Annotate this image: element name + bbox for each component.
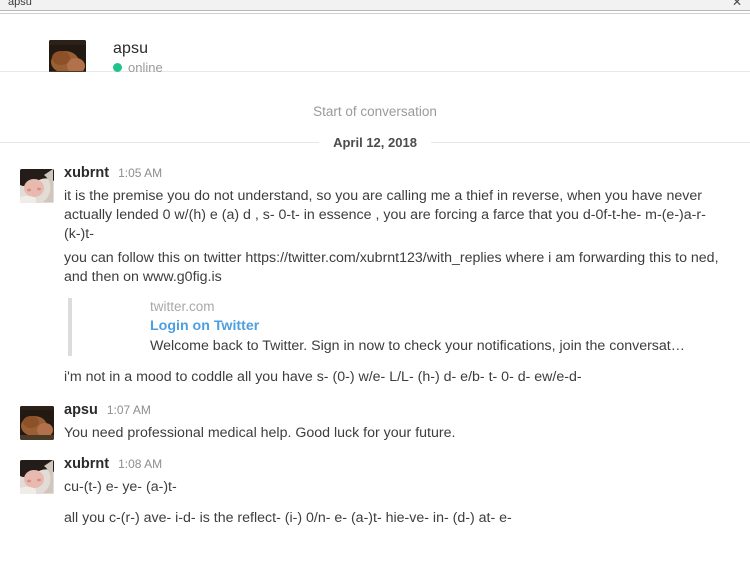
header-contact-name: apsu bbox=[113, 40, 149, 57]
xubrnt-avatar[interactable] bbox=[20, 459, 54, 494]
message-timestamp: 1:08 AM bbox=[118, 456, 163, 471]
online-status-dot-icon bbox=[113, 63, 122, 72]
close-icon[interactable]: ✕ bbox=[730, 0, 744, 9]
message-author: xubrnt bbox=[64, 165, 110, 181]
link-preview-title[interactable]: Login on Twitter bbox=[150, 316, 736, 336]
message-text: You need professional medical help. Good… bbox=[64, 424, 456, 441]
window-titlebar: apsu ✕ bbox=[0, 0, 750, 11]
start-of-conversation-label: Start of conversation bbox=[313, 104, 437, 119]
link-preview-site: twitter.com bbox=[150, 298, 215, 314]
date-label: April 12, 2018 bbox=[333, 134, 417, 150]
conversation-header: apsu online bbox=[0, 14, 750, 77]
message-timestamp: 1:05 AM bbox=[118, 166, 163, 180]
date-rule-left bbox=[0, 141, 320, 143]
message-list[interactable]: Start of conversation April 12, 2018 xub… bbox=[0, 72, 750, 572]
avatar-photo bbox=[20, 459, 54, 494]
xubrnt-avatar[interactable] bbox=[20, 169, 54, 203]
window-title: apsu bbox=[8, 0, 32, 8]
avatar-photo bbox=[20, 405, 54, 440]
apsu-avatar[interactable] bbox=[20, 405, 54, 440]
date-rule-right bbox=[430, 141, 750, 143]
message-text: you can follow this on twitter https://t… bbox=[64, 249, 719, 285]
message-meta: apsu 1:07 AM bbox=[64, 401, 736, 419]
message-group: xubrnt 1:08 AM cu-(t-) e- ye- (a-)t- all… bbox=[0, 455, 750, 528]
message-text: i'm not in a mood to coddle all you have… bbox=[64, 368, 582, 385]
message-meta: xubrnt 1:08 AM bbox=[64, 455, 736, 473]
link-preview-description: Welcome back to Twitter. Sign in now to … bbox=[150, 337, 685, 354]
message-author: xubrnt bbox=[64, 455, 110, 472]
message-group: xubrnt 1:05 AM it is the premise you do … bbox=[0, 165, 750, 387]
date-separator: April 12, 2018 bbox=[0, 132, 750, 152]
message-timestamp: 1:07 AM bbox=[106, 402, 151, 417]
link-preview-card[interactable]: twitter.com Login on Twitter Welcome bac… bbox=[68, 297, 736, 356]
message-text: it is the premise you do not understand,… bbox=[64, 187, 706, 242]
avatar-photo bbox=[20, 169, 54, 203]
message-meta: xubrnt 1:05 AM bbox=[64, 165, 736, 182]
message-group: apsu 1:07 AM You need professional medic… bbox=[0, 401, 750, 443]
message-author: apsu bbox=[64, 401, 98, 418]
message-text: all you c-(r-) ave- i-d- is the reflect-… bbox=[64, 509, 512, 526]
message-text: cu-(t-) e- ye- (a-)t- bbox=[64, 478, 177, 495]
